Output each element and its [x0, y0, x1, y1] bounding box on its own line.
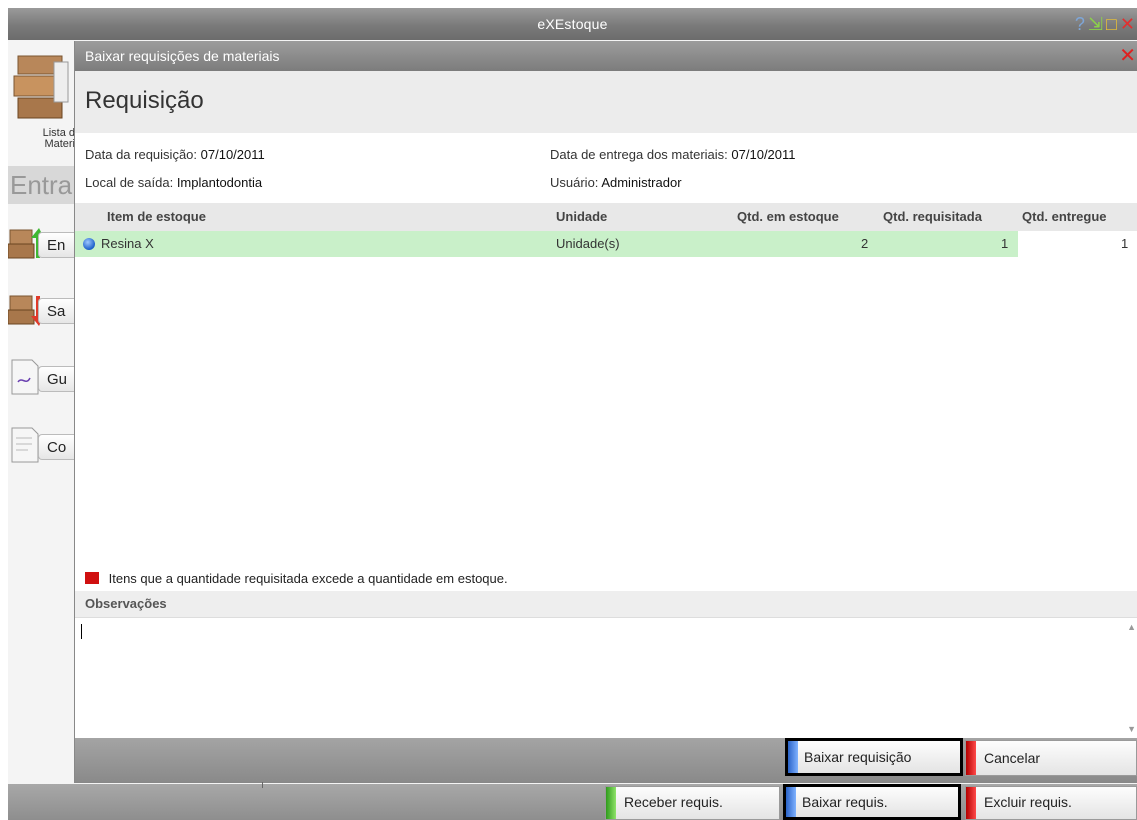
guia-button-label: Gu — [38, 366, 76, 392]
cancelar-button[interactable]: Cancelar — [965, 740, 1137, 776]
excluir-requis-label: Excluir requis. — [984, 794, 1072, 810]
column-header-qtd-requisitada[interactable]: Qtd. requisitada — [883, 203, 982, 231]
saida-button[interactable]: Sa — [8, 288, 76, 336]
cell-qtd-estoque: 2 — [861, 236, 869, 251]
legend-red-swatch — [85, 572, 99, 584]
cell-qtd-requisitada[interactable]: 1 — [1001, 231, 1008, 257]
guia-button[interactable]: Gu — [8, 356, 76, 404]
app-titlebar: eXEstoque ? ⇲ □ ✕ — [8, 8, 1137, 40]
usuario-label: Usuário: — [550, 175, 599, 190]
window-controls: ? ⇲ □ ✕ — [1075, 8, 1137, 40]
observacoes-label: Observações — [75, 591, 1137, 617]
scroll-down-icon[interactable]: ▼ — [1127, 724, 1136, 734]
legend-text: Itens que a quantidade requisitada exced… — [108, 571, 508, 586]
data-requisicao-value: 07/10/2011 — [200, 147, 265, 162]
data-entrega-value: 07/10/2011 — [731, 147, 796, 162]
cell-unidade: Unidade(s) — [556, 236, 620, 251]
column-header-unidade[interactable]: Unidade — [556, 203, 607, 231]
lista-label-line-2: Materi — [44, 138, 75, 150]
saida-button-label: Sa — [38, 298, 76, 324]
scroll-up-icon[interactable]: ▲ — [1127, 622, 1136, 632]
text-caret — [81, 624, 82, 639]
blue-stripe — [788, 741, 798, 773]
section-heading: Entra — [10, 170, 73, 200]
red-stripe — [966, 741, 976, 775]
usuario: Usuário: Administrador — [550, 175, 682, 190]
lista-materiais-label[interactable]: Lista d Materi — [30, 128, 75, 150]
baixar-requis-button[interactable]: Baixar requis. — [783, 784, 961, 820]
close-icon[interactable]: ✕ — [1120, 15, 1135, 33]
divider — [262, 782, 263, 788]
dialog-titlebar: Baixar requisições de materiais ✕ — [75, 41, 1137, 71]
baixar-requisicoes-dialog: Baixar requisições de materiais ✕ Requis… — [74, 41, 1137, 783]
column-header-item[interactable]: Item de estoque — [107, 203, 206, 231]
cell-qtd-entregue[interactable]: 1 — [1121, 231, 1128, 257]
cancelar-label: Cancelar — [984, 750, 1041, 766]
requisicao-info: Data da requisição: 07/10/2011 Data de e… — [75, 133, 1137, 203]
consulta-button[interactable]: Co — [8, 424, 76, 472]
blue-stripe — [786, 787, 796, 817]
close-icon[interactable]: ✕ — [1119, 41, 1136, 71]
consulta-button-label: Co — [38, 434, 76, 460]
table-header: Item de estoque Unidade Qtd. em estoque … — [75, 203, 1137, 231]
usuario-value: Administrador — [601, 175, 682, 190]
green-stripe — [606, 787, 616, 819]
local-saida-value: Implantodontia — [176, 175, 263, 190]
data-entrega: Data de entrega dos materiais: 07/10/201… — [550, 147, 796, 162]
receber-requis-label: Receber requis. — [624, 794, 723, 810]
data-requisicao-label: Data da requisição: — [85, 147, 198, 162]
entrada-button[interactable]: En — [8, 222, 76, 270]
column-header-qtd-estoque[interactable]: Qtd. em estoque — [737, 203, 839, 231]
observacoes-textarea[interactable]: ▲ ▼ — [75, 617, 1137, 738]
help-icon[interactable]: ? — [1075, 15, 1085, 33]
table-row[interactable]: Resina X Unidade(s) 2 1 1 — [75, 231, 1137, 257]
entrada-button-label: En — [38, 232, 76, 258]
cell-item: Resina X — [101, 236, 154, 251]
data-entrega-label: Data de entrega dos materiais: — [550, 147, 728, 162]
data-requisicao: Data da requisição: 07/10/2011 — [85, 147, 265, 162]
red-stripe — [966, 787, 976, 819]
app-title: eXEstoque — [537, 16, 608, 32]
baixar-requis-label: Baixar requis. — [802, 794, 888, 810]
column-header-qtd-entregue[interactable]: Qtd. entregue — [1022, 203, 1107, 231]
excluir-requis-button[interactable]: Excluir requis. — [965, 786, 1137, 820]
table-body-empty — [75, 257, 1137, 565]
minimize-icon[interactable]: ⇲ — [1088, 15, 1103, 33]
local-saida: Local de saída: Implantodontia — [85, 175, 262, 190]
legend: Itens que a quantidade requisitada exced… — [85, 569, 508, 589]
local-saida-label: Local de saída: — [85, 175, 174, 190]
baixar-requisicao-button[interactable]: Baixar requisição — [785, 738, 963, 776]
row-status-icon — [83, 238, 95, 250]
receber-requis-button[interactable]: Receber requis. — [605, 786, 780, 820]
boxes-icon — [13, 55, 69, 119]
baixar-requisicao-label: Baixar requisição — [804, 749, 912, 765]
row-highlight — [75, 231, 1018, 257]
dialog-title: Baixar requisições de materiais — [85, 48, 280, 64]
page-title: Requisição — [85, 87, 204, 114]
maximize-icon[interactable]: □ — [1106, 15, 1117, 33]
